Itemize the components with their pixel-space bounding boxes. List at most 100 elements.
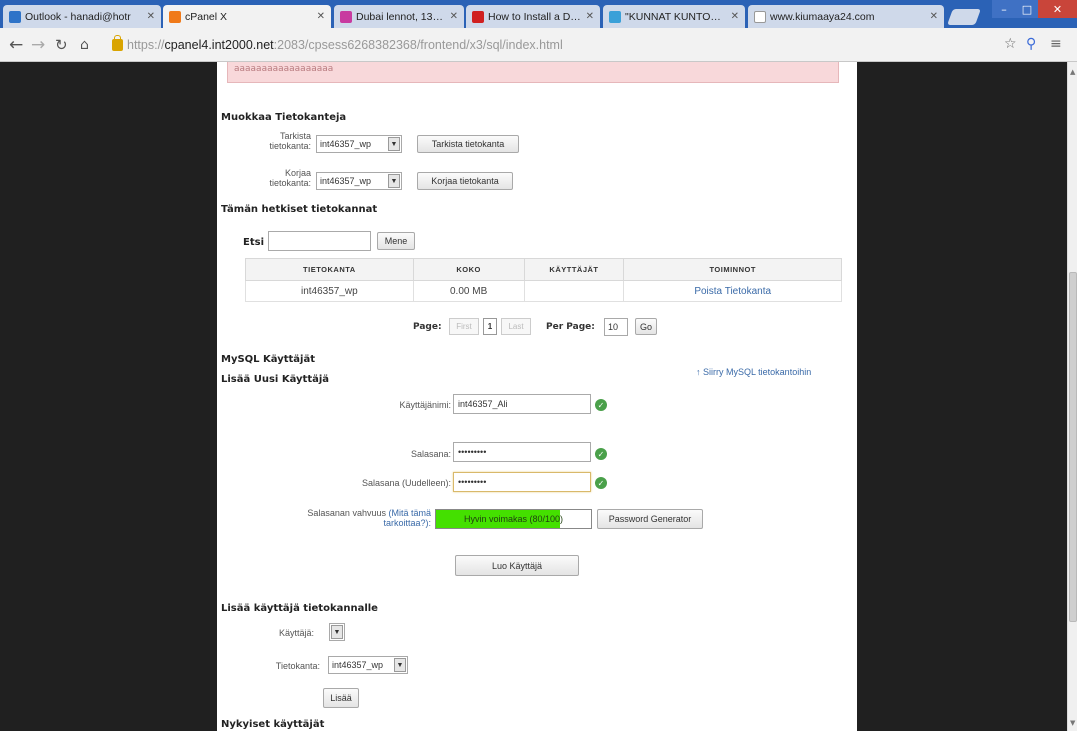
page-label: Page: bbox=[413, 322, 442, 332]
browser-tab[interactable]: Outlook - hanadi@hotr ✕ bbox=[3, 5, 161, 28]
chevron-down-icon: ▼ bbox=[388, 174, 400, 188]
col-header-users: Käyttäjät bbox=[523, 258, 625, 281]
page-viewport: aaaaaaaaaaaaaaaaaa Muokkaa Tietokanteja … bbox=[0, 62, 1077, 731]
tab-close-icon[interactable]: ✕ bbox=[147, 11, 155, 22]
add-button[interactable]: Lisää bbox=[323, 688, 359, 708]
password-repeat-label: Salasana (Uudelleen): bbox=[361, 478, 451, 488]
reload-icon[interactable]: ↻ bbox=[55, 36, 68, 54]
delete-db-link[interactable]: Poista Tietokanta bbox=[623, 280, 842, 302]
per-page-input[interactable]: 10 bbox=[604, 318, 628, 336]
db-select[interactable]: int46357_wp ▼ bbox=[328, 656, 408, 674]
tab-close-icon[interactable]: ✕ bbox=[317, 11, 325, 22]
cpanel-icon bbox=[169, 10, 181, 23]
strength-label-text: Salasanan vahvuus bbox=[307, 508, 386, 518]
db-name-cell: int46357_wp bbox=[245, 280, 414, 302]
db-size-cell: 0.00 MB bbox=[412, 280, 525, 302]
per-page-value: 10 bbox=[608, 322, 619, 332]
check-db-select[interactable]: int46357_wp ▼ bbox=[316, 135, 402, 153]
strength-help-link[interactable]: (Mitä tämä tarkoittaa?): bbox=[383, 508, 431, 528]
maximize-button[interactable]: □ bbox=[1016, 0, 1038, 18]
lock-icon bbox=[112, 35, 123, 51]
search-label: Etsi bbox=[243, 237, 264, 248]
browser-tab-active[interactable]: cPanel X ✕ bbox=[163, 5, 331, 28]
current-page-button[interactable]: 1 bbox=[483, 318, 497, 335]
site-icon bbox=[609, 10, 621, 23]
star-icon[interactable]: ☆ bbox=[1004, 36, 1017, 52]
site-icon bbox=[340, 10, 352, 23]
minimize-button[interactable]: – bbox=[992, 0, 1016, 18]
scroll-down-icon[interactable]: ▼ bbox=[1070, 719, 1075, 727]
user-select[interactable]: ▼ bbox=[329, 623, 345, 641]
search-icon[interactable]: ⚲ bbox=[1026, 36, 1036, 52]
close-window-button[interactable]: ✕ bbox=[1038, 0, 1077, 18]
user-select-label: Käyttäjä: bbox=[278, 628, 314, 638]
new-tab-button[interactable] bbox=[947, 9, 981, 25]
db-search-go-button[interactable]: Mene bbox=[377, 232, 415, 250]
vertical-scrollbar[interactable]: ▲ ▼ bbox=[1067, 62, 1077, 731]
youtube-icon bbox=[472, 10, 484, 23]
browser-tab[interactable]: www.kiumaaya24.com ✕ bbox=[748, 5, 944, 28]
current-users-heading: Nykyiset käyttäjät bbox=[221, 719, 325, 730]
home-icon[interactable]: ⌂ bbox=[80, 36, 89, 54]
address-bar[interactable]: https:// cpanel4.int2000.net :2083/cpses… bbox=[112, 33, 990, 57]
checkmark-icon: ✓ bbox=[595, 448, 607, 460]
tab-close-icon[interactable]: ✕ bbox=[586, 11, 594, 22]
url-scheme: https:// bbox=[127, 38, 165, 52]
left-background bbox=[0, 62, 217, 731]
db-select-value: int46357_wp bbox=[332, 660, 384, 670]
username-value: Ali bbox=[497, 399, 508, 409]
scroll-up-icon[interactable]: ▲ bbox=[1070, 68, 1075, 76]
alert-text: aaaaaaaaaaaaaaaaaa bbox=[234, 64, 334, 74]
chevron-down-icon: ▼ bbox=[331, 625, 343, 639]
tab-title: Dubai lennot, 13.12.2013 bbox=[356, 10, 446, 23]
per-page-go-button[interactable]: Go bbox=[635, 318, 657, 335]
tab-close-icon[interactable]: ✕ bbox=[450, 11, 458, 22]
table-row: int46357_wp 0.00 MB Poista Tietokanta bbox=[245, 280, 842, 302]
back-arrow-icon[interactable]: ← bbox=[9, 36, 23, 54]
col-header-size[interactable]: Koko bbox=[412, 258, 525, 281]
first-page-button[interactable]: First bbox=[449, 318, 479, 335]
db-search-input[interactable] bbox=[268, 231, 371, 251]
modify-db-heading: Muokkaa Tietokanteja bbox=[221, 112, 347, 123]
repair-db-select[interactable]: int46357_wp ▼ bbox=[316, 172, 402, 190]
cpanel-content: aaaaaaaaaaaaaaaaaa Muokkaa Tietokanteja … bbox=[217, 62, 857, 731]
username-field[interactable]: int46357_ Ali bbox=[453, 394, 591, 414]
url-path: :2083/cpsess6268382368/frontend/x3/sql/i… bbox=[273, 38, 563, 52]
col-header-database[interactable]: Tietokanta bbox=[245, 258, 414, 281]
check-db-label: Tarkista tietokanta: bbox=[269, 131, 311, 151]
password-generator-button[interactable]: Password Generator bbox=[597, 509, 703, 529]
outlook-icon bbox=[9, 10, 21, 23]
tab-close-icon[interactable]: ✕ bbox=[731, 11, 739, 22]
password-field[interactable]: ••••••••• bbox=[453, 442, 591, 462]
menu-icon[interactable]: ≡ bbox=[1050, 36, 1062, 52]
jump-to-databases-link[interactable]: ↑ Siirry MySQL tietokantoihin bbox=[696, 367, 811, 377]
url-host: cpanel4.int2000.net bbox=[164, 38, 274, 52]
password-repeat-field[interactable]: ••••••••• bbox=[453, 472, 591, 492]
tab-title: Outlook - hanadi@hotr bbox=[25, 10, 131, 23]
databases-table: Tietokanta Koko Käyttäjät Toiminnot int4… bbox=[245, 258, 842, 302]
strength-label: Salasanan vahvuus (Mitä tämä tarkoittaa?… bbox=[277, 508, 431, 528]
repair-db-button[interactable]: Korjaa tietokanta bbox=[417, 172, 513, 190]
checkmark-icon: ✓ bbox=[595, 399, 607, 411]
tab-title: How to Install a Databa bbox=[488, 10, 582, 23]
browser-tab[interactable]: How to Install a Databa ✕ bbox=[466, 5, 600, 28]
blank-page-icon bbox=[754, 10, 766, 23]
check-db-button[interactable]: Tarkista tietokanta bbox=[417, 135, 519, 153]
table-header-row: Tietokanta Koko Käyttäjät Toiminnot bbox=[245, 258, 842, 281]
password-strength-meter: Hyvin voimakas (80/100) bbox=[435, 509, 592, 529]
alert-box: aaaaaaaaaaaaaaaaaa bbox=[227, 62, 839, 83]
mysql-users-heading: MySQL Käyttäjät bbox=[221, 354, 315, 365]
browser-tab[interactable]: "KUNNAT KUNTOON" ✕ bbox=[603, 5, 745, 28]
browser-tab[interactable]: Dubai lennot, 13.12.2013 ✕ bbox=[334, 5, 464, 28]
checkmark-icon: ✓ bbox=[595, 477, 607, 489]
tab-close-icon[interactable]: ✕ bbox=[930, 11, 938, 22]
tab-title: "KUNNAT KUNTOON" bbox=[625, 10, 727, 23]
create-user-button[interactable]: Luo Käyttäjä bbox=[455, 555, 579, 576]
scrollbar-thumb[interactable] bbox=[1069, 272, 1077, 622]
forward-arrow-icon[interactable]: → bbox=[31, 36, 45, 54]
last-page-button[interactable]: Last bbox=[501, 318, 531, 335]
check-db-select-value: int46357_wp bbox=[320, 139, 372, 149]
username-label: Käyttäjänimi: bbox=[399, 400, 451, 410]
username-prefix: int46357_ bbox=[458, 399, 498, 409]
right-background bbox=[857, 62, 1067, 731]
